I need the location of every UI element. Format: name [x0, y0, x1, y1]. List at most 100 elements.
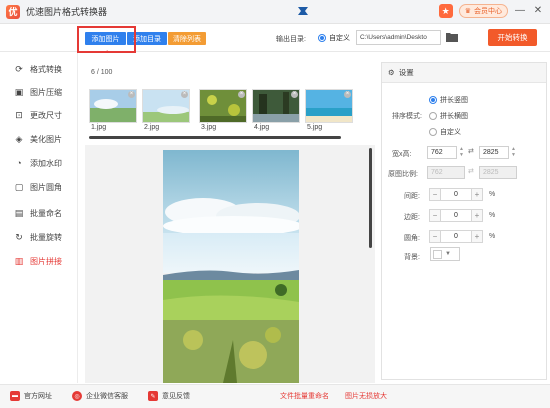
order-option-label: 拼长横图 [440, 113, 468, 120]
margin-value[interactable]: 0 [441, 209, 471, 222]
order-option-label: 拼长竖图 [440, 97, 468, 104]
order-option-custom[interactable]: 自定义 [429, 127, 461, 137]
sidebar-item-watermark[interactable]: ◔ 添加水印 [14, 156, 62, 170]
gap-unit: % [489, 191, 496, 198]
thumbnail-1[interactable]: × [89, 89, 137, 123]
minus-icon[interactable]: − [429, 230, 441, 243]
thumbnail-label: 3.jpg [201, 124, 217, 131]
sidebar-item-format-convert[interactable]: ⟳ 格式转换 [14, 62, 62, 76]
gap-value[interactable]: 0 [441, 188, 471, 201]
radius-value[interactable]: 0 [441, 230, 471, 243]
thumbnail-2[interactable]: × [142, 89, 190, 123]
thumbnail-5[interactable]: × [305, 89, 353, 123]
sidebar-item-label: 美化图片 [30, 134, 62, 144]
link-icon[interactable]: ⇄ [468, 147, 474, 155]
thumbnail-strip: × 1.jpg × 2.jpg × 3.jpg × 4.jpg × 5.jpg [89, 89, 377, 139]
settings-panel: ⚙ 设置 拼长竖图 排序模式: 拼长横图 自定义 宽x高: 762 ▲ ▼ ⇄ 2… [381, 62, 547, 380]
preview-area [85, 145, 375, 383]
website-icon: ▬ [10, 391, 20, 401]
thumbnail-label: 4.jpg [254, 124, 270, 131]
vertical-scrollbar[interactable] [369, 148, 372, 248]
beautify-icon: ◈ [15, 133, 23, 144]
sidebar-item-label: 图片拼接 [30, 256, 62, 266]
feedback-icon: ✎ [148, 391, 158, 401]
radius-unit: % [489, 233, 496, 240]
thumbnail-3[interactable]: × [199, 89, 247, 123]
compress-icon: ▣ [14, 86, 24, 97]
size-label: 宽x高: [392, 151, 412, 158]
radio-icon [429, 128, 437, 136]
sidebar: ⟳ 格式转换 ▣ 图片压缩 ⊡ 更改尺寸 ◈ 美化图片 ◔ 添加水印 ▢ 图片圆… [0, 53, 78, 383]
footer-bar: ▬ 官方网址 ◎ 企业微信客服 ✎ 意见反馈 文件批量重命名 图片无损放大 [0, 384, 550, 408]
refresh-icon: ⟳ [15, 63, 23, 74]
sidebar-item-beautify[interactable]: ◈ 美化图片 [14, 132, 62, 146]
margin-unit: % [489, 212, 496, 219]
splice-preview-image [163, 150, 299, 383]
sidebar-item-compress[interactable]: ▣ 图片压缩 [14, 85, 62, 99]
official-website-link[interactable]: ▬ 官方网址 [10, 391, 52, 401]
feedback-link[interactable]: ✎ 意见反馈 [148, 391, 190, 401]
gap-label: 间距: [404, 193, 420, 200]
watermark-icon: ◔ [16, 158, 22, 168]
remove-icon[interactable]: × [344, 91, 351, 98]
radio-icon [429, 96, 437, 104]
order-option-vertical[interactable]: 拼长竖图 [429, 95, 468, 105]
main-content: 6 / 100 × 1.jpg × 2.jpg × 3.jpg × 4.jpg … [85, 53, 375, 383]
remove-icon[interactable]: × [181, 91, 188, 98]
order-option-label: 自定义 [440, 129, 461, 136]
sidebar-item-round-corner[interactable]: ▢ 图片圆角 [14, 180, 62, 194]
plus-icon[interactable]: + [471, 230, 483, 243]
settings-gear-icon: ⚙ [388, 68, 395, 77]
sidebar-item-resize[interactable]: ⊡ 更改尺寸 [14, 108, 62, 122]
round-corner-icon: ▢ [14, 181, 24, 192]
width-input[interactable]: 762 [427, 146, 457, 159]
wechat-service-link[interactable]: ◎ 企业微信客服 [72, 391, 128, 401]
radius-label: 圆角: [404, 235, 420, 242]
ratio-label: 原图比例: [388, 171, 418, 178]
margin-label: 边距: [404, 214, 420, 221]
radius-stepper[interactable]: − 0 + [429, 230, 483, 243]
ratio-width-input: 762 [427, 166, 465, 179]
sidebar-item-rename[interactable]: ▤ 批量命名 [14, 206, 62, 220]
settings-header: ⚙ 设置 [382, 63, 546, 83]
horizontal-scrollbar[interactable] [89, 136, 341, 139]
footer-label: 企业微信客服 [86, 393, 128, 400]
resize-icon: ⊡ [15, 109, 23, 120]
plus-icon[interactable]: + [471, 188, 483, 201]
splice-icon: ▥ [14, 255, 24, 266]
radio-icon [429, 112, 437, 120]
height-spinner-icon[interactable]: ▲ ▼ [510, 146, 517, 159]
remove-icon[interactable]: × [291, 91, 298, 98]
sidebar-item-rotate[interactable]: ↻ 批量旋转 [14, 230, 62, 244]
gap-stepper[interactable]: − 0 + [429, 188, 483, 201]
height-input[interactable]: 2825 [479, 146, 509, 159]
order-option-horizontal[interactable]: 拼长横图 [429, 111, 468, 121]
background-label: 背景: [404, 254, 420, 261]
background-color-select[interactable]: ▼ [430, 247, 460, 261]
width-spinner-icon[interactable]: ▲ ▼ [458, 146, 465, 159]
sidebar-item-label: 图片圆角 [30, 182, 62, 192]
sidebar-item-label: 批量命名 [30, 208, 62, 218]
chevron-down-icon: ▼ [445, 251, 451, 257]
sidebar-item-label: 批量旋转 [30, 232, 62, 242]
minus-icon[interactable]: − [429, 209, 441, 222]
remove-icon[interactable]: × [128, 91, 135, 98]
remove-icon[interactable]: × [238, 91, 245, 98]
ratio-link-icon: ⇄ [468, 168, 474, 175]
sidebar-item-splice[interactable]: ▥ 图片拼接 [14, 254, 62, 268]
footer-label: 意见反馈 [162, 393, 190, 400]
order-mode-label: 排序模式: [392, 113, 422, 120]
lossless-zoom-link[interactable]: 图片无损放大 [345, 391, 387, 401]
rotate-icon: ↻ [15, 231, 23, 242]
minus-icon[interactable]: − [429, 188, 441, 201]
margin-stepper[interactable]: − 0 + [429, 209, 483, 222]
thumbnail-label: 1.jpg [91, 124, 107, 131]
batch-rename-link[interactable]: 文件批量重命名 [280, 391, 329, 401]
image-count: 6 / 100 [91, 69, 113, 76]
sidebar-item-label: 图片压缩 [30, 87, 62, 97]
rename-icon: ▤ [14, 207, 24, 218]
plus-icon[interactable]: + [471, 209, 483, 222]
sidebar-item-label: 更改尺寸 [30, 110, 62, 120]
footer-label: 官方网址 [24, 393, 52, 400]
thumbnail-4[interactable]: × [252, 89, 300, 123]
